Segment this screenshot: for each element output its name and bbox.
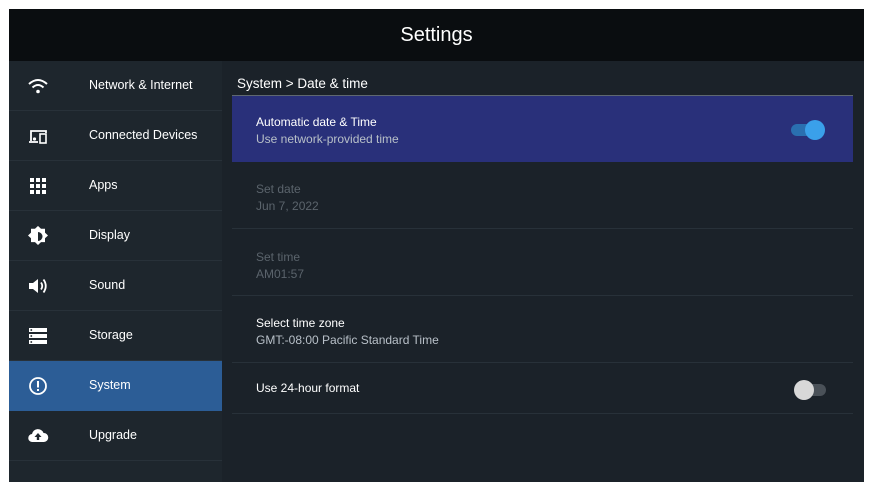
set-time-row[interactable]: Set time AM01:57 (232, 229, 853, 296)
use-24-hour-format-toggle[interactable] (794, 378, 830, 400)
sidebar-item-apps[interactable]: Apps (9, 161, 222, 211)
set-date-row[interactable]: Set date Jun 7, 2022 (232, 162, 853, 229)
automatic-date-time-row[interactable]: Automatic date & Time Use network-provid… (232, 96, 853, 162)
sidebar-item-label: Connected Devices (89, 128, 198, 142)
devices-icon (29, 130, 47, 144)
sidebar-item-upgrade[interactable]: Upgrade (9, 411, 222, 461)
apps-grid-icon (30, 178, 46, 194)
page-title: Settings (400, 23, 473, 46)
sidebar-item-label: Display (89, 228, 130, 242)
row-subtitle: Jun 7, 2022 (256, 199, 319, 213)
speaker-icon (29, 278, 47, 294)
settings-screen: Settings Network & Internet Connected De… (9, 9, 864, 482)
automatic-date-time-toggle[interactable] (789, 118, 825, 140)
row-title: Select time zone (256, 316, 345, 330)
sidebar-item-label: Network & Internet (89, 78, 193, 92)
sidebar: Network & Internet Connected Devices App… (9, 61, 222, 482)
breadcrumb: System > Date & time (237, 76, 368, 91)
sidebar-item-storage[interactable]: Storage (9, 311, 222, 361)
sidebar-item-label: Upgrade (89, 428, 137, 442)
row-subtitle: Use network-provided time (256, 132, 399, 146)
sidebar-item-label: Storage (89, 328, 133, 342)
sidebar-item-connected-devices[interactable]: Connected Devices (9, 111, 222, 161)
storage-icon (29, 328, 47, 344)
row-title: Use 24-hour format (256, 381, 360, 395)
sidebar-item-sound[interactable]: Sound (9, 261, 222, 311)
toggle-knob (805, 120, 825, 140)
info-circle-icon (29, 377, 47, 395)
sidebar-item-network[interactable]: Network & Internet (9, 61, 222, 111)
cloud-upload-icon (28, 429, 49, 443)
sidebar-item-label: Sound (89, 278, 126, 292)
brightness-icon (28, 226, 48, 245)
sidebar-item-label: Apps (89, 178, 118, 192)
use-24-hour-format-row[interactable]: Use 24-hour format (232, 363, 853, 414)
select-time-zone-row[interactable]: Select time zone GMT:-08:00 Pacific Stan… (232, 296, 853, 363)
row-subtitle: GMT:-08:00 Pacific Standard Time (256, 333, 439, 347)
sidebar-item-system[interactable]: System (9, 361, 222, 411)
main-panel: System > Date & time Automatic date & Ti… (222, 61, 864, 482)
wifi-icon (28, 79, 48, 94)
row-title: Automatic date & Time (256, 115, 377, 129)
toggle-knob (794, 380, 814, 400)
row-title: Set time (256, 250, 301, 264)
title-bar: Settings (9, 9, 864, 61)
sidebar-item-display[interactable]: Display (9, 211, 222, 261)
row-title: Set date (256, 182, 301, 196)
sidebar-item-label: System (89, 378, 131, 392)
row-subtitle: AM01:57 (256, 267, 305, 281)
